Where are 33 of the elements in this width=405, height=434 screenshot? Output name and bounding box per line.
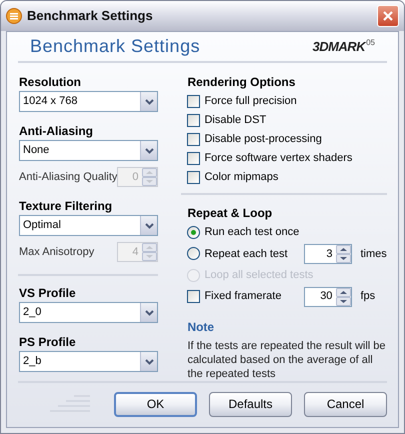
spin-box[interactable]: 30 xyxy=(304,286,352,307)
dialog-button[interactable]: OK xyxy=(114,392,197,416)
dropdown[interactable]: 1024 x 768 xyxy=(19,91,158,112)
field-label: PS Profile xyxy=(19,334,77,349)
dialog-heading: Benchmark Settings xyxy=(30,35,200,58)
checkbox-label: Disable post-processing xyxy=(204,132,322,147)
spin-box[interactable]: 3 xyxy=(304,244,352,264)
checkbox-label: Color mipmaps xyxy=(204,170,278,185)
dropdown[interactable]: 2_0 xyxy=(19,302,158,323)
window-title: Benchmark Settings xyxy=(27,7,154,26)
dropdown[interactable]: 2_b xyxy=(19,351,158,372)
field-label: Max Anisotropy xyxy=(19,244,94,260)
checkbox-label: Force software vertex shaders xyxy=(204,150,352,166)
unit-label: fps xyxy=(360,289,376,304)
note-text: If the tests are repeated the result will be calculated based on the average of all the repeated tests xyxy=(187,338,387,381)
dialog-button[interactable]: Cancel xyxy=(304,392,387,416)
dialog-button[interactable]: Defaults xyxy=(209,392,292,416)
dropdown[interactable]: None xyxy=(19,140,158,161)
checkbox-label: Force full precision xyxy=(204,94,297,110)
unit-label: times xyxy=(360,246,387,262)
field-label: Anti-Aliasing Quality xyxy=(19,170,118,185)
field-label: Resolution xyxy=(19,74,82,89)
note-heading: Note xyxy=(187,318,216,336)
checkbox-label: Fixed framerate xyxy=(204,289,282,304)
section-heading: Rendering Options xyxy=(187,74,296,89)
section-heading: Repeat & Loop xyxy=(187,205,274,220)
radio-label: Run each test once xyxy=(204,225,300,240)
radio-label: Repeat each test xyxy=(204,246,289,262)
dropdown[interactable]: Optimal xyxy=(19,215,158,236)
checkbox-label: Disable DST xyxy=(204,113,266,128)
field-label: VS Profile xyxy=(19,285,77,300)
field-label: Anti-Aliasing xyxy=(19,123,94,138)
field-label: Texture Filtering xyxy=(19,198,114,213)
